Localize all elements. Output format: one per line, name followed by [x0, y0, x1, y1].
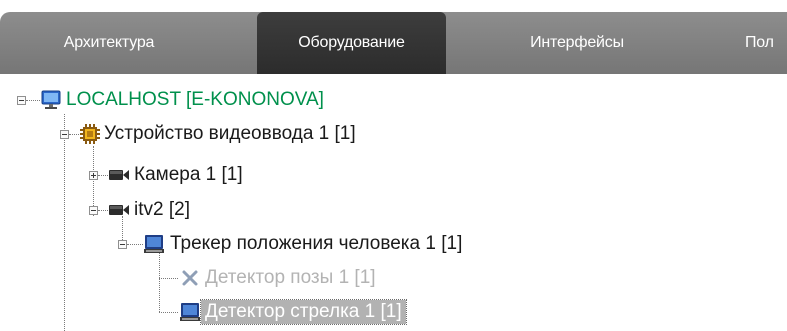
- computer-icon: [40, 89, 62, 111]
- tab-interfaces[interactable]: Интерфейсы: [502, 12, 652, 74]
- tree-node-label: Детектор позы 1 [1]: [205, 267, 376, 288]
- tab-bar: Архитектура Оборудование Интерфейсы Пол: [0, 12, 787, 74]
- tree-guide-line: [98, 175, 108, 176]
- video-camera-icon: [108, 199, 130, 221]
- tab-architecture[interactable]: Архитектура: [34, 12, 184, 74]
- collapse-toggle[interactable]: [60, 130, 69, 139]
- monitor-icon: [179, 301, 201, 323]
- tree-guide-line: [127, 244, 143, 245]
- tree-node-label: itv2 [2]: [134, 199, 190, 220]
- tree-guide-line: [159, 250, 160, 312]
- tree-node-label: Трекер положения человека 1 [1]: [170, 233, 463, 254]
- collapse-toggle[interactable]: [118, 240, 127, 249]
- video-camera-icon: [108, 164, 130, 186]
- tree-guide-line: [26, 100, 40, 101]
- tree-guide-line: [159, 312, 178, 313]
- tree-node-label: Устройство видеоввода 1 [1]: [104, 123, 356, 144]
- cross-icon: [179, 267, 201, 289]
- expand-toggle[interactable]: [89, 171, 98, 180]
- tree-guide-line: [64, 114, 65, 331]
- tree-node-label: Камера 1 [1]: [134, 164, 243, 185]
- chip-icon: [79, 123, 101, 145]
- tree-node-label: Детектор стрелка 1 [1]: [200, 299, 407, 325]
- hardware-tree: LOCALHOST [E-KONONOVA] Устройство видеов…: [0, 74, 787, 331]
- collapse-toggle[interactable]: [17, 96, 26, 105]
- monitor-icon: [143, 233, 165, 255]
- collapse-toggle[interactable]: [89, 206, 98, 215]
- tree-guide-line: [159, 278, 178, 279]
- tab-users-truncated[interactable]: Пол: [745, 12, 787, 74]
- tree-node-label: LOCALHOST [E-KONONOVA]: [66, 89, 324, 110]
- tab-equipment[interactable]: Оборудование: [257, 12, 446, 74]
- tree-guide-line: [98, 210, 108, 211]
- tree-guide-line: [69, 134, 79, 135]
